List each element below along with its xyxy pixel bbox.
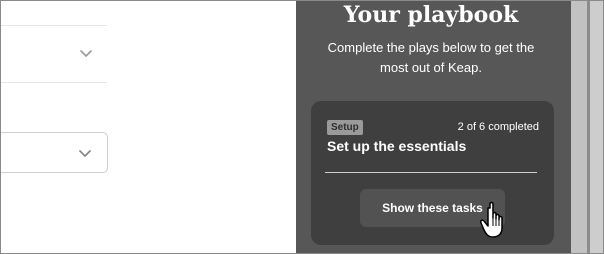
play-title: Set up the essentials — [327, 138, 467, 154]
category-badge: Setup — [327, 120, 363, 135]
window-edge — [590, 1, 603, 253]
playbook-panel: Your playbook Complete the plays below t… — [296, 1, 571, 253]
panel-divider-strip — [571, 1, 587, 253]
divider — [325, 172, 537, 173]
progress-text: 2 of 6 completed — [457, 121, 539, 133]
chevron-down-icon[interactable] — [78, 149, 92, 158]
background-form — [1, 1, 296, 253]
chevron-down-icon[interactable] — [79, 49, 93, 58]
playbook-subtitle: Complete the plays below to get the most… — [327, 40, 535, 75]
hand-pointer-icon — [480, 201, 503, 238]
play-card: Setup 2 of 6 completed Set up the essent… — [311, 101, 554, 245]
playbook-title: Your playbook — [343, 2, 519, 28]
app-window: Your playbook Complete the plays below t… — [0, 0, 604, 254]
